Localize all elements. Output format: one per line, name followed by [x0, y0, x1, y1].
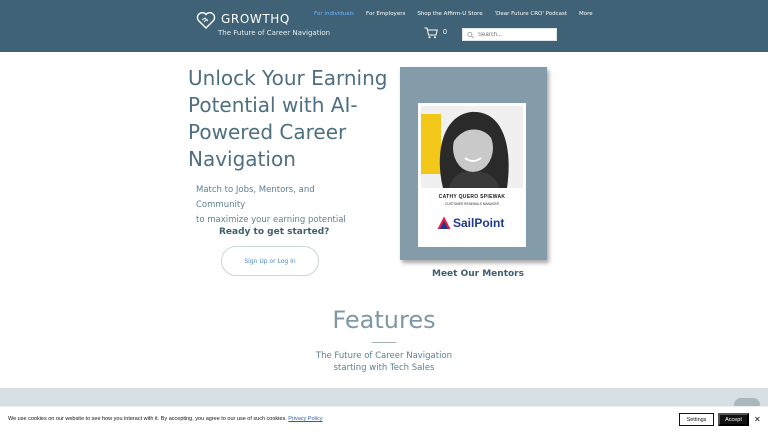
features-divider [372, 342, 396, 343]
features-subtitle-line-2: starting with Tech Sales [333, 363, 435, 373]
features-subtitle-line-1: The Future of Career Navigation [315, 351, 453, 361]
hero-title: Unlock Your Earning Potential with AI-Po… [188, 66, 388, 171]
nav-shop-store[interactable]: Shop the Affirm-U Store [417, 11, 482, 17]
cookie-text-wrap: We use cookies on our website to see how… [8, 416, 322, 422]
sailpoint-triangle-icon [437, 216, 451, 229]
features-subtitle: The Future of Career Navigation starting… [0, 350, 768, 374]
mentor-name: CATHY QUERO SPIEWAK [438, 194, 506, 200]
meet-mentors-link[interactable]: Meet Our Mentors [432, 269, 524, 279]
nav-for-employers[interactable]: For Employers [366, 11, 405, 17]
sponsor-logo: SailPoint [437, 213, 504, 233]
hero-subtitle: Match to Jobs, Mentors, and Community to… [196, 183, 366, 228]
signup-login-button[interactable]: Sign Up or Log In [221, 246, 319, 276]
search-input[interactable] [478, 31, 556, 38]
nav-for-individuals[interactable]: For Individuals [314, 11, 354, 17]
mentor-portrait-image [421, 106, 523, 188]
search-icon [467, 31, 474, 38]
search-box[interactable] [462, 28, 557, 41]
brand-tagline: The Future of Career Navigation [218, 29, 331, 37]
privacy-policy-link[interactable]: Privacy Policy [288, 416, 322, 422]
features-title: Features [332, 306, 436, 334]
main-nav: For Individuals For Employers Shop the A… [314, 11, 593, 17]
mentor-photo [421, 106, 523, 188]
cart-count[interactable]: 0 [443, 29, 447, 36]
cookie-settings-button[interactable]: Settings [679, 413, 714, 426]
cookie-message: We use cookies on our website to see how… [8, 416, 287, 422]
nav-more[interactable]: More [579, 11, 593, 17]
nav-podcast[interactable]: 'Dear Future CRO' Podcast [495, 11, 567, 17]
mentor-card[interactable]: CATHY QUERO SPIEWAK CUSTOMER RENEWALS MA… [400, 67, 547, 260]
cart-icon[interactable] [424, 27, 438, 39]
cookie-banner: We use cookies on our website to see how… [0, 406, 768, 432]
brand-name[interactable]: GROWTHQ [221, 12, 290, 26]
site-header: GROWTHQ The Future of Career Navigation … [0, 0, 768, 52]
hero-subtitle-line-1: Match to Jobs, Mentors, and Community [196, 185, 315, 210]
hero-subtitle-line-2: to maximize your earning potential [196, 215, 346, 225]
mentor-card-inner: CATHY QUERO SPIEWAK CUSTOMER RENEWALS MA… [418, 103, 526, 247]
sponsor-name: SailPoint [453, 216, 505, 230]
cookie-accept-button[interactable]: Accept [718, 413, 749, 426]
handshake-heart-logo-icon[interactable] [196, 10, 216, 30]
ready-heading: Ready to get started? [219, 227, 330, 237]
mentor-role: CUSTOMER RENEWALS MANAGER [445, 202, 499, 206]
close-icon[interactable]: ✕ [754, 415, 761, 424]
